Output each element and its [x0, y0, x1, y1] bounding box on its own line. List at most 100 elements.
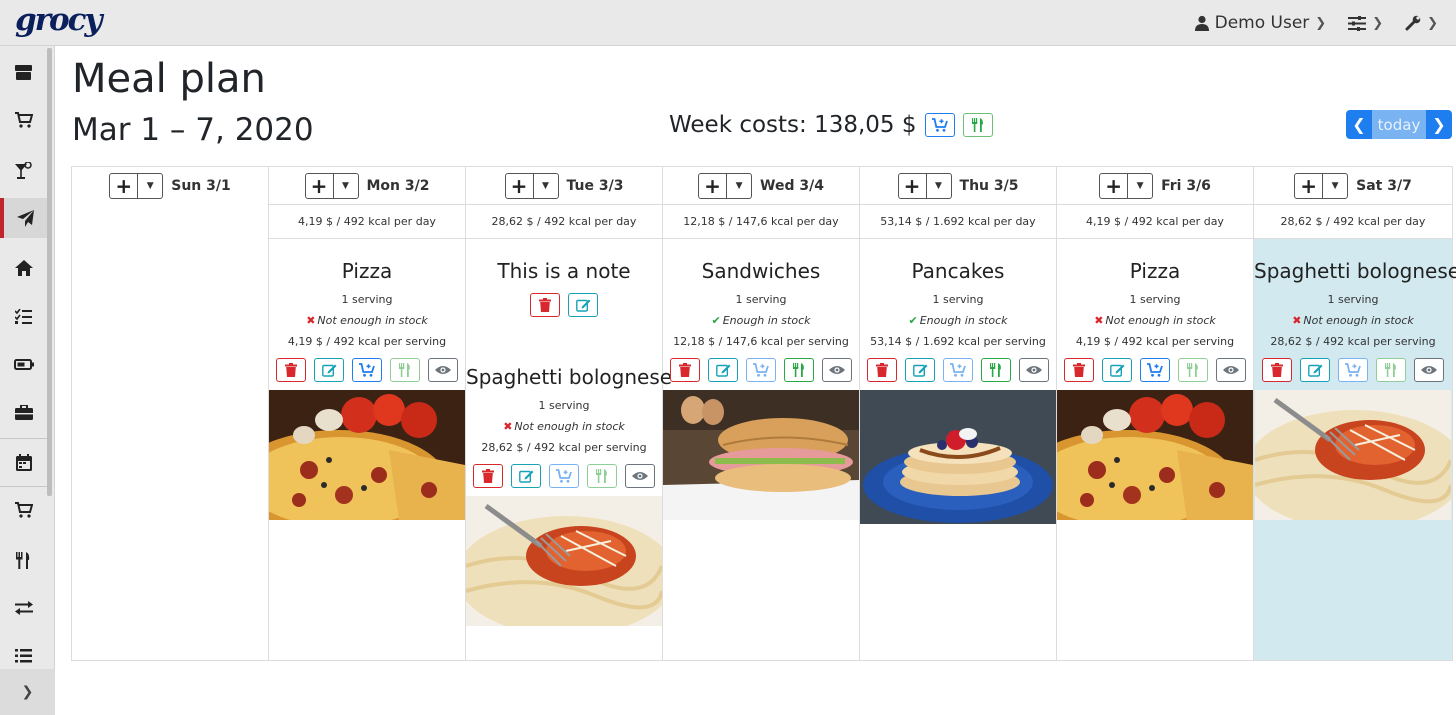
plus-icon[interactable]: +: [110, 173, 139, 198]
edit-button[interactable]: [708, 358, 738, 382]
caret-down-icon[interactable]: ▼: [1128, 174, 1152, 198]
consume-button[interactable]: [1178, 358, 1208, 382]
caret-down-icon[interactable]: ▼: [138, 174, 162, 198]
stock-status: ✔ Enough in stock: [908, 314, 1008, 327]
view-recipe-button[interactable]: [428, 358, 458, 382]
add-to-shopping-list-button[interactable]: [1140, 358, 1170, 382]
delete-button[interactable]: [1064, 358, 1094, 382]
delete-button[interactable]: [530, 293, 560, 317]
plus-icon[interactable]: +: [1100, 173, 1129, 198]
caret-down-icon[interactable]: ▼: [927, 174, 951, 198]
sidebar-item-stock[interactable]: [0, 52, 47, 92]
plus-icon[interactable]: +: [899, 173, 927, 198]
add-to-shopping-list-button[interactable]: [943, 358, 973, 382]
day-body[interactable]: Sandwiches 1 serving ✔ Enough in stock 12…: [663, 239, 859, 660]
edit-button[interactable]: [568, 293, 598, 317]
view-recipe-button[interactable]: [625, 464, 655, 488]
caret-down-icon[interactable]: ▼: [727, 174, 751, 198]
add-entry-dropdown[interactable]: + ▼: [109, 172, 164, 199]
sidebar-item-consume[interactable]: [0, 540, 47, 580]
view-recipe-button[interactable]: [1414, 358, 1444, 382]
cart-plus-icon: [753, 363, 769, 377]
day-column-sun: + ▼ Sun 3/1: [72, 167, 269, 660]
plus-icon[interactable]: +: [506, 173, 534, 198]
sidebar-item-tasks[interactable]: [0, 296, 47, 336]
day-body[interactable]: Pizza 1 serving ✖ Not enough in stock 4,1…: [1057, 239, 1253, 660]
add-to-shopping-list-button[interactable]: [549, 464, 579, 488]
previous-week-button[interactable]: ❮: [1346, 110, 1372, 139]
add-to-shopping-list-button[interactable]: [352, 358, 382, 382]
plus-icon[interactable]: +: [306, 173, 334, 198]
delete-button[interactable]: [276, 358, 306, 382]
edit-button[interactable]: [314, 358, 344, 382]
view-recipe-button[interactable]: [1019, 358, 1049, 382]
day-body[interactable]: Pizza 1 serving ✖ Not enough in stock 4,1…: [269, 239, 465, 660]
sidebar-item-calendar[interactable]: [0, 442, 47, 482]
sidebar-item-shopping[interactable]: [0, 100, 47, 140]
meal-title[interactable]: Spaghetti bolognese: [466, 357, 672, 395]
eye-icon: [1421, 366, 1437, 374]
delete-button[interactable]: [867, 358, 897, 382]
day-column-wed: + ▼ Wed 3/4 12,18 $ / 147,6 kcal per day…: [663, 167, 860, 660]
consume-button[interactable]: [1376, 358, 1406, 382]
view-recipe-button[interactable]: [822, 358, 852, 382]
user-menu[interactable]: Demo User ❯: [1194, 13, 1326, 33]
add-week-to-shopping-list-button[interactable]: [924, 113, 955, 137]
sidebar-item-purchase[interactable]: [0, 490, 47, 530]
edit-button[interactable]: [511, 464, 541, 488]
add-to-shopping-list-button[interactable]: [1338, 358, 1368, 382]
consume-button[interactable]: [390, 358, 420, 382]
sidebar-divider: [0, 486, 47, 487]
sidebar-item-batteries[interactable]: [0, 344, 47, 384]
day-body[interactable]: [72, 239, 268, 660]
meal-title[interactable]: Pancakes: [860, 239, 1056, 289]
caret-down-icon[interactable]: ▼: [534, 174, 558, 198]
delete-button[interactable]: [1262, 358, 1292, 382]
meal-title[interactable]: Sandwiches: [663, 239, 859, 289]
today-button[interactable]: today: [1372, 110, 1426, 139]
day-body[interactable]: Pancakes 1 serving ✔ Enough in stock 53,1…: [860, 239, 1056, 660]
meal-title[interactable]: Pizza: [1057, 239, 1253, 289]
edit-button[interactable]: [905, 358, 935, 382]
add-entry-dropdown[interactable]: + ▼: [1294, 172, 1349, 199]
sidebar-item-equipment[interactable]: [0, 392, 47, 432]
plus-icon[interactable]: +: [699, 173, 728, 198]
view-recipe-button[interactable]: [1216, 358, 1246, 382]
meal-title[interactable]: Spaghetti bolognese: [1254, 239, 1456, 289]
next-week-button[interactable]: ❯: [1426, 110, 1452, 139]
consume-week-button[interactable]: [962, 113, 993, 137]
edit-button[interactable]: [1102, 358, 1132, 382]
consume-button[interactable]: [784, 358, 814, 382]
edit-icon: [715, 364, 730, 377]
sidebar-scrollbar[interactable]: [47, 48, 52, 496]
sidebar-item-transfer[interactable]: [0, 588, 47, 628]
add-entry-dropdown[interactable]: + ▼: [698, 172, 753, 199]
plus-icon[interactable]: +: [1295, 173, 1324, 198]
note-text[interactable]: This is a note: [466, 239, 662, 289]
consume-button[interactable]: [981, 358, 1011, 382]
add-entry-dropdown[interactable]: + ▼: [304, 172, 359, 199]
sidebar-item-chores[interactable]: [0, 248, 47, 288]
app-logo[interactable]: grocy: [15, 2, 103, 38]
consume-button[interactable]: [587, 464, 617, 488]
day-label: Sun 3/1: [171, 177, 231, 194]
caret-down-icon[interactable]: ▼: [334, 174, 358, 198]
sidebar-item-recipes[interactable]: [0, 150, 47, 190]
add-to-shopping-list-button[interactable]: [746, 358, 776, 382]
settings-menu[interactable]: ❯: [1348, 15, 1383, 31]
utensils-icon: [1385, 363, 1396, 377]
sidebar-item-meal-plan[interactable]: [0, 198, 47, 238]
edit-button[interactable]: [1300, 358, 1330, 382]
admin-menu[interactable]: ❯: [1405, 15, 1438, 31]
day-body[interactable]: This is a note Spaghetti bolognese 1 ser…: [466, 239, 672, 660]
day-body[interactable]: Spaghetti bolognese 1 serving ✖ Not enoug…: [1254, 239, 1456, 660]
delete-button[interactable]: [670, 358, 700, 382]
add-entry-dropdown[interactable]: + ▼: [897, 172, 952, 199]
caret-down-icon[interactable]: ▼: [1323, 174, 1347, 198]
add-entry-dropdown[interactable]: + ▼: [504, 172, 559, 199]
delete-button[interactable]: [473, 464, 503, 488]
meal-title[interactable]: Pizza: [269, 239, 465, 289]
add-entry-dropdown[interactable]: + ▼: [1099, 172, 1154, 199]
day-column-mon: + ▼ Mon 3/2 4,19 $ / 492 kcal per day Pi…: [269, 167, 466, 660]
sidebar-expand-button[interactable]: ❯: [0, 669, 55, 715]
